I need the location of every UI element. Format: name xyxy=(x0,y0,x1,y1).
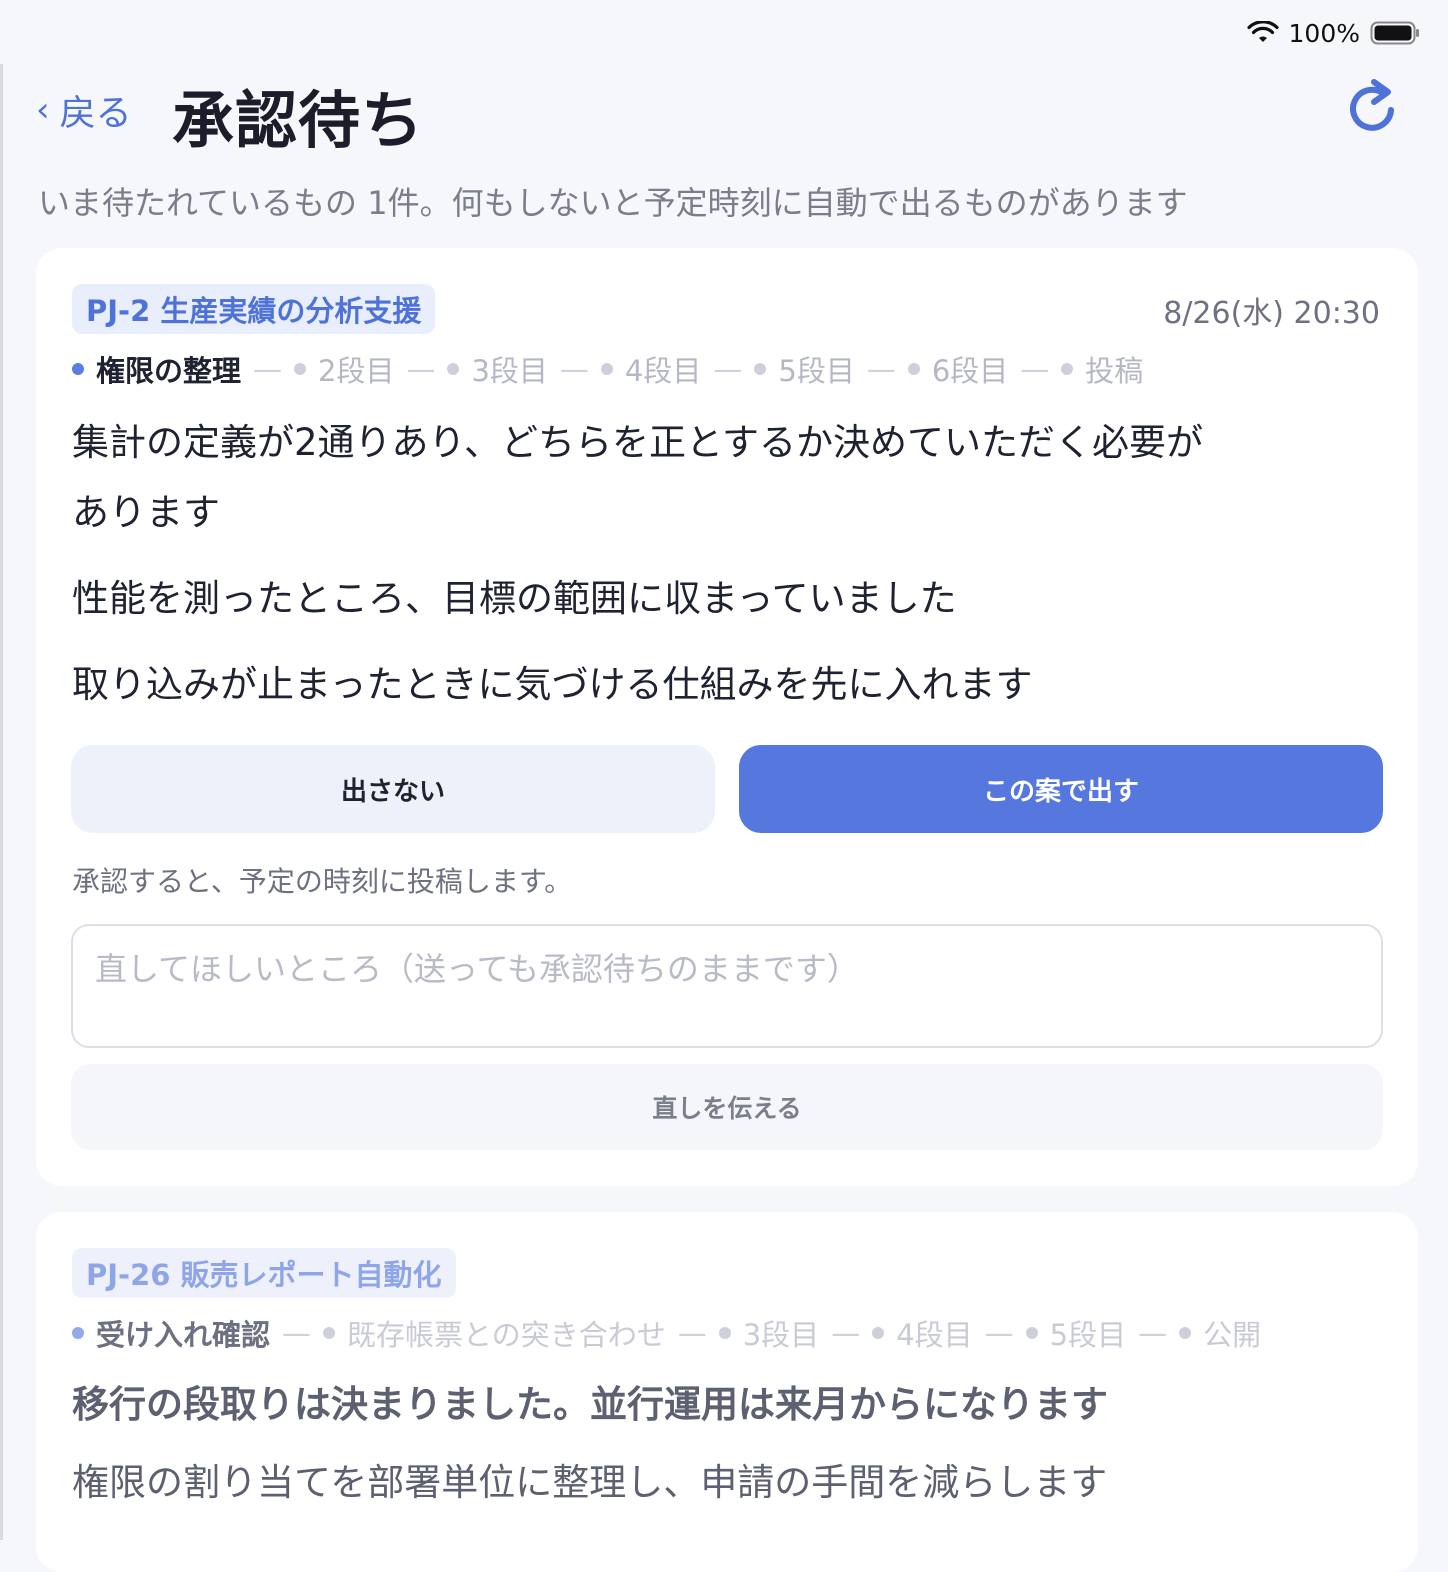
progress-steps: 権限の整理 — 2段目 — 3段目 — 4段目 — 5段目 — 6段目 — 投稿 xyxy=(72,348,1143,390)
step-item: 投稿 xyxy=(1061,348,1143,390)
step-dot xyxy=(600,363,613,375)
step-dot xyxy=(754,363,767,375)
approval-card: PJ-2 生産実績の分析支援 8/26(水) 20:30 権限の整理 — 2段目… xyxy=(36,248,1418,1186)
approve-button[interactable]: この案で出す xyxy=(739,745,1383,833)
battery-percent: 100% xyxy=(1288,18,1360,48)
progress-steps: 受け入れ確認 — 既存帳票との突き合わせ — 3段目 — 4段目 — 5段目 —… xyxy=(72,1312,1261,1354)
project-tag[interactable]: PJ-2 生産実績の分析支援 xyxy=(72,284,436,334)
scheduled-datetime: 8/26(水) 20:30 xyxy=(1163,296,1380,331)
step-separator: — xyxy=(406,352,436,386)
step-separator: — xyxy=(677,1316,707,1350)
step-item: 受け入れ確認 xyxy=(72,1312,270,1354)
step-separator: — xyxy=(1020,352,1050,386)
step-separator: — xyxy=(282,1316,312,1350)
step-dot xyxy=(72,363,84,375)
step-separator: — xyxy=(713,352,743,386)
step-item: 6段目 xyxy=(907,348,1008,390)
step-item: 5段目 xyxy=(1025,1312,1126,1354)
step-item: 3段目 xyxy=(447,348,548,390)
step-dot xyxy=(72,1327,84,1339)
step-dot xyxy=(718,1327,731,1339)
step-item: 4段目 xyxy=(600,348,701,390)
summary-line: 性能を測ったところ、目標の範囲に収まっていました xyxy=(72,577,957,620)
step-separator: — xyxy=(984,1316,1014,1350)
feedback-input[interactable] xyxy=(71,924,1383,1048)
battery-icon xyxy=(1370,21,1419,45)
step-item: 既存帳票との突き合わせ xyxy=(323,1312,666,1354)
page-title: 承認待ち xyxy=(172,84,425,157)
send-fix-button[interactable]: 直しを伝える xyxy=(71,1064,1383,1150)
back-label: 戻る xyxy=(59,93,132,134)
step-dot xyxy=(907,363,920,375)
step-dot xyxy=(1025,1327,1038,1339)
approval-note: 承認すると、予定の時刻に投稿します。 xyxy=(72,865,573,898)
step-dot xyxy=(1179,1327,1192,1339)
step-separator: — xyxy=(253,352,283,386)
status-bar: 100% xyxy=(1246,16,1420,50)
chevron-left-icon: ‹ xyxy=(36,90,50,130)
approval-card: PJ-26 販売レポート自動化 受け入れ確認 — 既存帳票との突き合わせ — 3… xyxy=(36,1212,1418,1572)
page-subtitle: いま待たれているもの 1件。何もしないと予定時刻に自動で出るものがあります xyxy=(38,184,1188,222)
summary-line: 集計の定義が2通りあり、どちらを正とするか決めていただく必要が xyxy=(72,421,1203,464)
left-edge-divider xyxy=(0,64,3,1540)
back-button[interactable]: ‹ 戻る xyxy=(36,84,132,136)
step-item: 4段目 xyxy=(872,1312,973,1354)
project-tag[interactable]: PJ-26 販売レポート自動化 xyxy=(72,1248,456,1298)
step-item: 権限の整理 xyxy=(72,348,241,390)
refresh-icon[interactable] xyxy=(1344,74,1400,136)
step-dot xyxy=(1061,363,1074,375)
card-headline: 移行の段取りは決まりました。並行運用は来月からになります xyxy=(72,1383,1108,1426)
summary-line: あります xyxy=(72,491,220,534)
summary-line: 権限の割り当てを部署単位に整理し、申請の手間を減らします xyxy=(72,1461,1108,1504)
reject-button[interactable]: 出さない xyxy=(71,745,715,833)
wifi-icon xyxy=(1246,21,1279,42)
step-separator: — xyxy=(559,352,589,386)
step-item: 2段目 xyxy=(294,348,394,390)
summary-line: 取り込みが止まったときに気づける仕組みを先に入れます xyxy=(72,663,1033,706)
step-separator: — xyxy=(1138,1316,1168,1350)
step-separator: — xyxy=(831,1316,861,1350)
step-item: 3段目 xyxy=(718,1312,819,1354)
step-dot xyxy=(447,363,460,375)
step-item: 5段目 xyxy=(754,348,855,390)
step-dot xyxy=(872,1327,885,1339)
step-item: 公開 xyxy=(1179,1312,1261,1354)
step-separator: — xyxy=(866,352,896,386)
step-dot xyxy=(294,363,307,375)
step-dot xyxy=(323,1327,336,1339)
